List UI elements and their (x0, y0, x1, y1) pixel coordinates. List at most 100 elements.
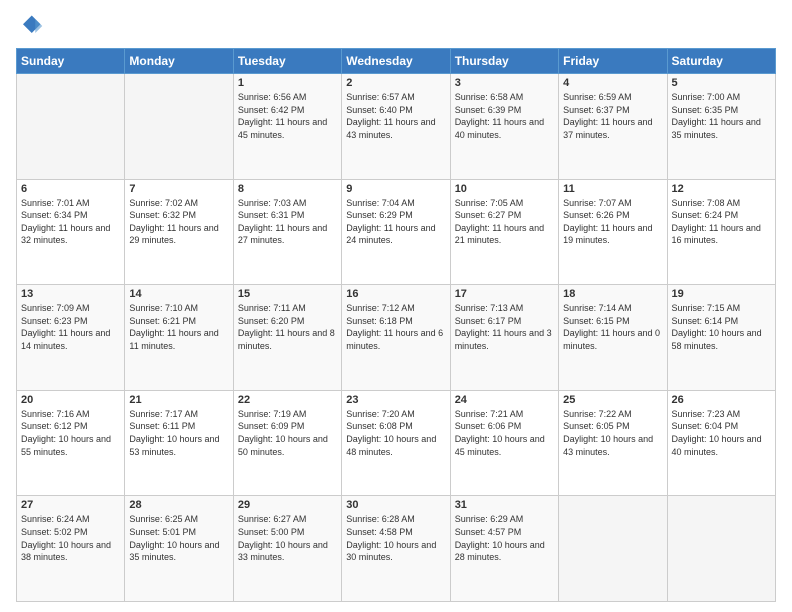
day-header-sunday: Sunday (17, 49, 125, 74)
day-header-friday: Friday (559, 49, 667, 74)
day-number: 4 (563, 77, 662, 89)
day-header-thursday: Thursday (450, 49, 558, 74)
calendar-cell: 10 Sunrise: 7:05 AMSunset: 6:27 PMDayligh… (450, 179, 558, 285)
day-number: 24 (455, 394, 554, 406)
day-number: 27 (21, 499, 120, 511)
day-number: 18 (563, 288, 662, 300)
calendar-week-3: 13 Sunrise: 7:09 AMSunset: 6:23 PMDayligh… (17, 285, 776, 391)
day-info: Sunrise: 7:20 AMSunset: 6:08 PMDaylight:… (346, 408, 445, 458)
day-number: 17 (455, 288, 554, 300)
day-number: 21 (129, 394, 228, 406)
day-number: 30 (346, 499, 445, 511)
calendar-cell: 16Sunrise: 7:12 AMSunset: 6:18 PMDayligh… (342, 285, 450, 391)
calendar-cell: 21 Sunrise: 7:17 AMSunset: 6:11 PMDayligh… (125, 390, 233, 496)
day-number: 9 (346, 183, 445, 195)
day-info: Sunrise: 7:09 AMSunset: 6:23 PMDaylight:… (21, 302, 120, 352)
day-info: Sunrise: 6:27 AMSunset: 5:00 PMDaylight:… (238, 513, 337, 563)
calendar-cell (559, 496, 667, 602)
day-info: Sunrise: 7:00 AMSunset: 6:35 PMDaylight:… (672, 91, 771, 141)
calendar-cell: 1Sunrise: 6:56 AMSunset: 6:42 PMDaylight… (233, 74, 341, 180)
day-info: Sunrise: 7:19 AMSunset: 6:09 PMDaylight:… (238, 408, 337, 458)
day-header-saturday: Saturday (667, 49, 775, 74)
day-info: Sunrise: 6:58 AMSunset: 6:39 PMDaylight:… (455, 91, 554, 141)
calendar-cell: 11 Sunrise: 7:07 AMSunset: 6:26 PMDayligh… (559, 179, 667, 285)
calendar-cell: 13 Sunrise: 7:09 AMSunset: 6:23 PMDayligh… (17, 285, 125, 391)
calendar-header-row: SundayMondayTuesdayWednesdayThursdayFrid… (17, 49, 776, 74)
day-number: 16 (346, 288, 445, 300)
day-info: Sunrise: 7:23 AMSunset: 6:04 PMDaylight:… (672, 408, 771, 458)
calendar-cell: 26 Sunrise: 7:23 AMSunset: 6:04 PMDayligh… (667, 390, 775, 496)
calendar-cell: 31 Sunrise: 6:29 AMSunset: 4:57 PMDayligh… (450, 496, 558, 602)
day-header-tuesday: Tuesday (233, 49, 341, 74)
logo (16, 12, 48, 40)
calendar-cell: 8Sunrise: 7:03 AMSunset: 6:31 PMDaylight… (233, 179, 341, 285)
day-info: Sunrise: 6:25 AMSunset: 5:01 PMDaylight:… (129, 513, 228, 563)
calendar-cell: 9 Sunrise: 7:04 AMSunset: 6:29 PMDaylight… (342, 179, 450, 285)
calendar-cell: 18Sunrise: 7:14 AMSunset: 6:15 PMDayligh… (559, 285, 667, 391)
calendar-week-1: 1Sunrise: 6:56 AMSunset: 6:42 PMDaylight… (17, 74, 776, 180)
calendar-cell: 2 Sunrise: 6:57 AMSunset: 6:40 PMDaylight… (342, 74, 450, 180)
day-number: 20 (21, 394, 120, 406)
calendar-cell: 4 Sunrise: 6:59 AMSunset: 6:37 PMDaylight… (559, 74, 667, 180)
day-info: Sunrise: 6:29 AMSunset: 4:57 PMDaylight:… (455, 513, 554, 563)
day-number: 26 (672, 394, 771, 406)
calendar-cell (17, 74, 125, 180)
day-number: 2 (346, 77, 445, 89)
day-number: 23 (346, 394, 445, 406)
day-number: 10 (455, 183, 554, 195)
calendar-week-4: 20 Sunrise: 7:16 AMSunset: 6:12 PMDayligh… (17, 390, 776, 496)
day-info: Sunrise: 7:04 AMSunset: 6:29 PMDaylight:… (346, 197, 445, 247)
day-info: Sunrise: 7:07 AMSunset: 6:26 PMDaylight:… (563, 197, 662, 247)
calendar-cell: 7 Sunrise: 7:02 AMSunset: 6:32 PMDaylight… (125, 179, 233, 285)
day-number: 5 (672, 77, 771, 89)
calendar-cell: 23 Sunrise: 7:20 AMSunset: 6:08 PMDayligh… (342, 390, 450, 496)
calendar-cell: 22Sunrise: 7:19 AMSunset: 6:09 PMDayligh… (233, 390, 341, 496)
day-info: Sunrise: 6:24 AMSunset: 5:02 PMDaylight:… (21, 513, 120, 563)
day-info: Sunrise: 7:05 AMSunset: 6:27 PMDaylight:… (455, 197, 554, 247)
day-info: Sunrise: 7:02 AMSunset: 6:32 PMDaylight:… (129, 197, 228, 247)
day-number: 25 (563, 394, 662, 406)
page: SundayMondayTuesdayWednesdayThursdayFrid… (0, 0, 792, 612)
logo-icon (16, 12, 44, 40)
calendar-cell: 15 Sunrise: 7:11 AMSunset: 6:20 PMDayligh… (233, 285, 341, 391)
day-info: Sunrise: 6:57 AMSunset: 6:40 PMDaylight:… (346, 91, 445, 141)
day-number: 12 (672, 183, 771, 195)
day-info: Sunrise: 7:22 AMSunset: 6:05 PMDaylight:… (563, 408, 662, 458)
calendar-cell: 30 Sunrise: 6:28 AMSunset: 4:58 PMDayligh… (342, 496, 450, 602)
day-info: Sunrise: 7:11 AMSunset: 6:20 PMDaylight:… (238, 302, 337, 352)
day-number: 7 (129, 183, 228, 195)
calendar-cell: 14Sunrise: 7:10 AMSunset: 6:21 PMDayligh… (125, 285, 233, 391)
day-info: Sunrise: 6:56 AMSunset: 6:42 PMDaylight:… (238, 91, 337, 141)
calendar-cell: 12Sunrise: 7:08 AMSunset: 6:24 PMDayligh… (667, 179, 775, 285)
day-number: 6 (21, 183, 120, 195)
calendar-cell: 25 Sunrise: 7:22 AMSunset: 6:05 PMDayligh… (559, 390, 667, 496)
calendar-cell: 29 Sunrise: 6:27 AMSunset: 5:00 PMDayligh… (233, 496, 341, 602)
day-info: Sunrise: 7:21 AMSunset: 6:06 PMDaylight:… (455, 408, 554, 458)
day-info: Sunrise: 7:01 AMSunset: 6:34 PMDaylight:… (21, 197, 120, 247)
calendar-cell (667, 496, 775, 602)
calendar-cell: 17 Sunrise: 7:13 AMSunset: 6:17 PMDayligh… (450, 285, 558, 391)
calendar-cell: 24 Sunrise: 7:21 AMSunset: 6:06 PMDayligh… (450, 390, 558, 496)
day-info: Sunrise: 6:59 AMSunset: 6:37 PMDaylight:… (563, 91, 662, 141)
day-number: 14 (129, 288, 228, 300)
calendar-cell (125, 74, 233, 180)
day-info: Sunrise: 7:17 AMSunset: 6:11 PMDaylight:… (129, 408, 228, 458)
calendar-cell: 20 Sunrise: 7:16 AMSunset: 6:12 PMDayligh… (17, 390, 125, 496)
day-number: 31 (455, 499, 554, 511)
calendar-cell: 19Sunrise: 7:15 AMSunset: 6:14 PMDayligh… (667, 285, 775, 391)
day-number: 15 (238, 288, 337, 300)
day-number: 28 (129, 499, 228, 511)
day-info: Sunrise: 6:28 AMSunset: 4:58 PMDaylight:… (346, 513, 445, 563)
day-info: Sunrise: 7:13 AMSunset: 6:17 PMDaylight:… (455, 302, 554, 352)
calendar-cell: 27 Sunrise: 6:24 AMSunset: 5:02 PMDayligh… (17, 496, 125, 602)
day-number: 8 (238, 183, 337, 195)
day-number: 29 (238, 499, 337, 511)
day-info: Sunrise: 7:16 AMSunset: 6:12 PMDaylight:… (21, 408, 120, 458)
calendar-week-5: 27 Sunrise: 6:24 AMSunset: 5:02 PMDayligh… (17, 496, 776, 602)
header (16, 12, 776, 40)
calendar-cell: 28 Sunrise: 6:25 AMSunset: 5:01 PMDayligh… (125, 496, 233, 602)
day-number: 13 (21, 288, 120, 300)
day-number: 11 (563, 183, 662, 195)
calendar-week-2: 6 Sunrise: 7:01 AMSunset: 6:34 PMDaylight… (17, 179, 776, 285)
calendar-cell: 6 Sunrise: 7:01 AMSunset: 6:34 PMDaylight… (17, 179, 125, 285)
